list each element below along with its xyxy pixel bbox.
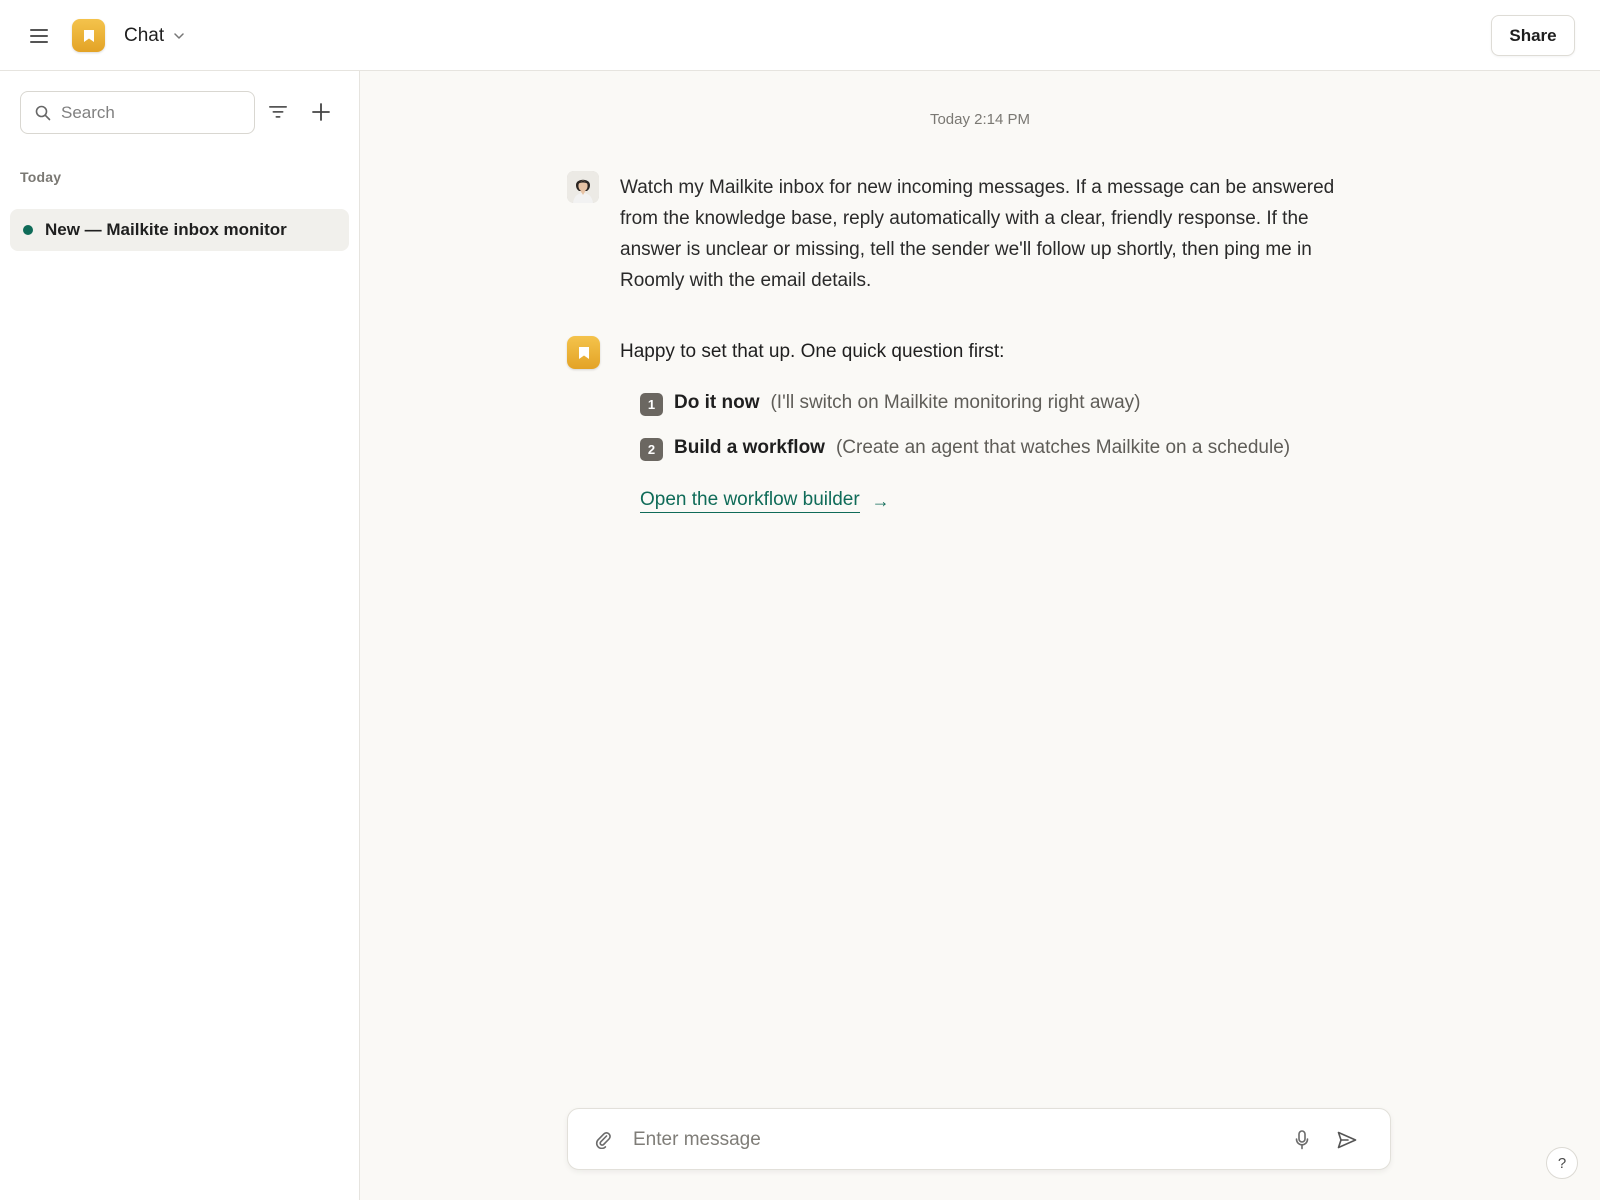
link-label: Open the workflow builder (640, 489, 860, 513)
option-description: (I'll switch on Mailkite monitoring righ… (770, 391, 1141, 413)
menu-button[interactable] (26, 24, 52, 48)
bookmark-icon (83, 29, 94, 42)
message-composer (567, 1108, 1391, 1170)
attach-button[interactable] (592, 1129, 614, 1151)
hamburger-icon (30, 29, 48, 43)
assistant-message: Happy to set that up. One quick question… (620, 341, 1005, 362)
app-logo[interactable] (72, 19, 105, 52)
search-input[interactable] (61, 102, 231, 123)
search-box[interactable] (20, 91, 255, 134)
message-input[interactable] (633, 1126, 1273, 1154)
section-label-today: Today (20, 169, 62, 185)
chat-area: Today 2:14 PM Watch my Mailkite inbox fo… (360, 71, 1600, 1200)
status-dot (23, 225, 33, 235)
conversation-item[interactable]: New — Mailkite inbox monitor (10, 209, 349, 251)
user-message: Watch my Mailkite inbox for new incoming… (620, 177, 1335, 291)
top-bar: Chat Share (0, 0, 1600, 71)
assistant-avatar (567, 336, 600, 369)
user-avatar (567, 171, 599, 203)
bookmark-icon (578, 346, 589, 359)
help-button[interactable]: ? (1546, 1147, 1578, 1179)
microphone-icon (1295, 1130, 1309, 1150)
search-icon (35, 105, 51, 120)
option-do-it-now[interactable]: 1 Do it now (I'll switch on Mailkite mon… (640, 389, 1141, 416)
plus-icon (312, 103, 330, 121)
user-portrait-icon (567, 171, 599, 203)
filter-icon (269, 106, 287, 118)
chevron-down-icon (174, 33, 184, 39)
option-label: Build a workflow (674, 436, 825, 458)
sidebar: Today New — Mailkite inbox monitor (0, 71, 360, 1200)
option-label: Do it now (674, 391, 760, 413)
send-icon (1337, 1131, 1357, 1149)
option-description: (Create an agent that watches Mailkite o… (835, 436, 1291, 458)
send-button[interactable] (1335, 1128, 1359, 1152)
paperclip-icon (595, 1132, 611, 1149)
app-switcher[interactable]: Chat (124, 22, 184, 50)
message-timestamp: Today 2:14 PM (929, 111, 1031, 128)
app-title: Chat (124, 25, 165, 46)
arrow-right-icon: → (871, 490, 890, 511)
new-chat-button[interactable] (309, 100, 333, 124)
filter-button[interactable] (267, 101, 289, 123)
microphone-button[interactable] (1290, 1128, 1314, 1152)
option-build-workflow[interactable]: 2 Build a workflow (Create an agent that… (640, 434, 1290, 461)
option-number-badge: 1 (640, 393, 663, 416)
conversation-title: New — Mailkite inbox monitor (45, 220, 287, 239)
option-number-badge: 2 (640, 438, 663, 461)
share-button[interactable]: Share (1491, 15, 1575, 56)
workflow-builder-link[interactable]: Open the workflow builder → (640, 489, 890, 513)
